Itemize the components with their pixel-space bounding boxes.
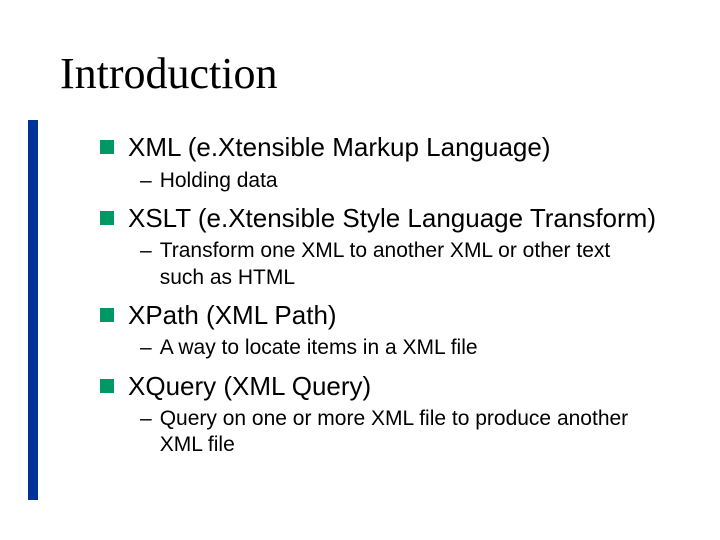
dash-icon: – [140,406,152,432]
list-item: XSLT (e.Xtensible Style Language Transfo… [100,202,660,291]
sub-bullet-label: Transform one XML to another XML or othe… [160,238,660,291]
bullet-level-2: – Holding data [140,168,660,194]
list-item: XML (e.Xtensible Markup Language) – Hold… [100,131,660,194]
bullet-level-1: XSLT (e.Xtensible Style Language Transfo… [100,202,660,235]
bullet-level-2: – Query on one or more XML file to produ… [140,406,660,459]
page-title: Introduction [60,40,660,99]
bullet-level-2: – A way to locate items in a XML file [140,335,660,361]
sub-bullet-label: Holding data [160,168,660,194]
dash-icon: – [140,335,152,361]
bullet-level-1: XML (e.Xtensible Markup Language) [100,131,660,164]
bullet-level-2: – Transform one XML to another XML or ot… [140,238,660,291]
list-item: XQuery (XML Query) – Query on one or mor… [100,370,660,459]
square-bullet-icon [100,140,114,154]
accent-bar [28,120,38,500]
slide: Introduction XML (e.Xtensible Markup Lan… [0,0,720,540]
sub-bullet-label: A way to locate items in a XML file [160,335,660,361]
list-item: XPath (XML Path) – A way to locate items… [100,299,660,362]
bullet-label: XPath (XML Path) [128,299,660,332]
bullet-level-1: XQuery (XML Query) [100,370,660,403]
square-bullet-icon [100,379,114,393]
bullet-label: XSLT (e.Xtensible Style Language Transfo… [128,202,660,235]
bullet-list: XML (e.Xtensible Markup Language) – Hold… [100,131,660,459]
bullet-level-1: XPath (XML Path) [100,299,660,332]
square-bullet-icon [100,211,114,225]
dash-icon: – [140,168,152,194]
square-bullet-icon [100,308,114,322]
bullet-label: XQuery (XML Query) [128,370,660,403]
dash-icon: – [140,238,152,264]
sub-bullet-label: Query on one or more XML file to produce… [160,406,660,459]
bullet-label: XML (e.Xtensible Markup Language) [128,131,660,164]
